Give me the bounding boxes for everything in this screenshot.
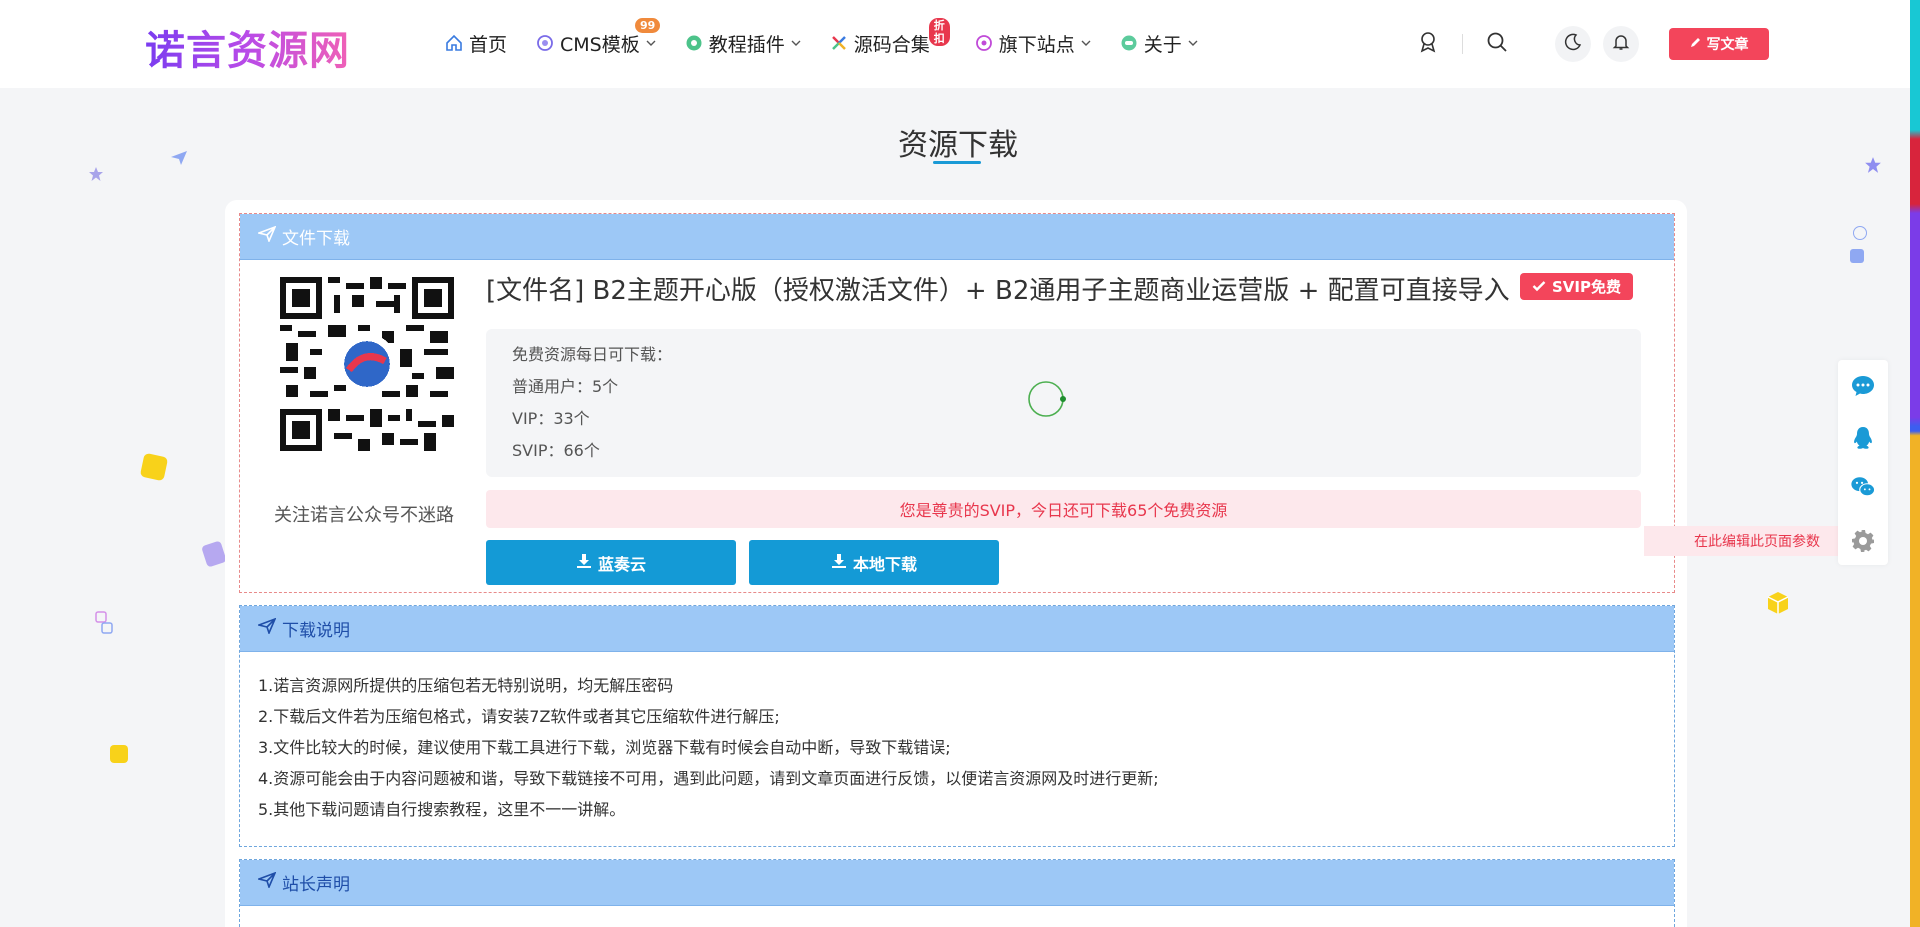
- statement-section: 站长声明: [239, 859, 1675, 927]
- wechat-button[interactable]: [1850, 474, 1876, 500]
- nav-label: 源码合集: [853, 33, 930, 56]
- header-tools: [1410, 24, 1639, 64]
- section-title: 站长声明: [282, 875, 350, 895]
- list-item: 2.下载后文件若为压缩包格式，请安装7Z软件或者其它压缩软件进行解压;: [258, 707, 780, 726]
- download-quota-box: 免费资源每日可下载： 普通用户：5个 VIP：33个 SVIP：66个: [486, 329, 1641, 477]
- nav-item-sites[interactable]: 旗下站点: [974, 30, 1091, 57]
- write-article-button[interactable]: 写文章: [1669, 28, 1769, 60]
- star-icon: [1865, 157, 1881, 173]
- site-header: 诺言资源网 首页 CMS模板 99 教程插件 源码合集 折扣 旗下站点 关于 写…: [0, 0, 1910, 88]
- bell-icon: [1612, 33, 1630, 55]
- yellow-square-shape: [139, 452, 169, 482]
- file-download-section: 文件下载 关注诺言公众号不迷路 [文件名] B2主题开心版（授权激活文件）+ B…: [239, 213, 1675, 593]
- chevron-down-icon: [791, 38, 801, 48]
- chevron-down-icon: [646, 38, 656, 48]
- paper-plane-icon: [256, 225, 282, 247]
- side-float-panel: [1838, 360, 1888, 565]
- svip-tag-label: SVIP免费: [1552, 278, 1621, 296]
- plugin-icon: [684, 33, 704, 53]
- header-divider: [1462, 34, 1463, 54]
- comment-button[interactable]: [1850, 373, 1876, 399]
- moon-icon: [1564, 33, 1582, 55]
- nav-item-home[interactable]: 首页: [444, 30, 507, 57]
- section-title: 文件下载: [282, 229, 350, 249]
- local-download-button[interactable]: 本地下载: [749, 540, 999, 585]
- star-icon: [89, 167, 103, 181]
- wechat-icon: [1851, 477, 1876, 497]
- qr-code: [280, 276, 454, 452]
- blue-square-shape: [1850, 249, 1864, 263]
- nav-label: 旗下站点: [998, 33, 1075, 56]
- pencil-icon: [1690, 36, 1707, 52]
- nav-label: 教程插件: [708, 33, 785, 56]
- notification-button[interactable]: [1603, 26, 1639, 62]
- section-header: 站长声明: [240, 860, 1674, 906]
- button-label: 蓝奏云: [597, 554, 646, 574]
- gear-icon: [1852, 530, 1874, 552]
- purple-square-shape: [201, 540, 227, 568]
- file-title: [文件名] B2主题开心版（授权激活文件）+ B2通用子主题商业运营版 + 配置…: [486, 276, 1510, 306]
- main-nav: 首页 CMS模板 99 教程插件 源码合集 折扣 旗下站点 关于: [444, 17, 1226, 58]
- settings-button[interactable]: [1850, 528, 1876, 554]
- quota-line: 免费资源每日可下载：: [512, 345, 673, 364]
- download-instructions-section: 下载说明 1.诺言资源网所提供的压缩包若无特别说明，均无解压密码 2.下载后文件…: [239, 605, 1675, 847]
- instructions-list: 1.诺言资源网所提供的压缩包若无特别说明，均无解压密码 2.下载后文件若为压缩包…: [240, 652, 1674, 825]
- qq-icon: [1854, 427, 1872, 449]
- quota-line: SVIP：66个: [512, 441, 600, 460]
- svip-notice: 您是尊贵的SVIP，今日还可下载65个免费资源: [486, 490, 1641, 528]
- list-item: 1.诺言资源网所提供的压缩包若无特别说明，均无解压密码: [258, 676, 674, 695]
- template-icon: [535, 33, 555, 53]
- code-icon: [829, 33, 849, 53]
- paper-plane-icon: [256, 617, 282, 639]
- cube-icon: [1767, 592, 1789, 614]
- chevron-down-icon: [1081, 38, 1091, 48]
- paper-plane-icon: [171, 151, 187, 165]
- nav-item-about[interactable]: 关于: [1119, 30, 1198, 57]
- section-header: 下载说明: [240, 606, 1674, 652]
- nav-badge: 折扣: [928, 17, 950, 46]
- nav-item-plugins[interactable]: 教程插件: [684, 30, 801, 57]
- list-item: 5.其他下载问题请自行搜索教程，这里不一一讲解。: [258, 800, 626, 819]
- title-underline: [933, 161, 981, 164]
- section-header: 文件下载: [240, 214, 1674, 260]
- paper-plane-icon: [256, 871, 282, 893]
- qr-caption: 关注诺言公众号不迷路: [274, 505, 454, 526]
- home-icon: [444, 33, 464, 53]
- badge-button[interactable]: [1410, 26, 1446, 62]
- search-icon: [1486, 31, 1508, 57]
- yellow-square-shape: [110, 745, 128, 763]
- nav-item-cms[interactable]: CMS模板 99: [535, 17, 661, 57]
- nav-item-source[interactable]: 源码合集 折扣: [829, 17, 950, 57]
- medal-icon: [1418, 31, 1438, 57]
- nav-label: 首页: [469, 33, 508, 56]
- circle-shape: [1853, 226, 1867, 240]
- edge-color-strip: [1910, 0, 1920, 927]
- section-title: 下载说明: [282, 621, 350, 641]
- search-button[interactable]: [1479, 26, 1515, 62]
- comment-icon: [1852, 376, 1874, 396]
- button-label: 本地下载: [852, 554, 917, 574]
- cube-icon: [95, 611, 113, 634]
- loading-spinner-icon: [1028, 381, 1066, 417]
- site-logo[interactable]: 诺言资源网: [145, 18, 350, 76]
- list-item: 3.文件比较大的时候，建议使用下载工具进行下载，浏览器下载有时候会自动中断，导致…: [258, 738, 951, 757]
- download-icon: [831, 553, 853, 573]
- chevron-down-icon: [1188, 38, 1198, 48]
- page-title: 资源下载: [898, 128, 1018, 163]
- check-icon: [1532, 278, 1552, 296]
- site-icon: [974, 33, 994, 53]
- nav-badge: 99: [635, 17, 661, 33]
- lanzou-download-button[interactable]: 蓝奏云: [486, 540, 736, 585]
- nav-label: CMS模板: [560, 33, 640, 56]
- qq-button[interactable]: [1850, 425, 1876, 451]
- download-icon: [576, 553, 598, 573]
- write-article-label: 写文章: [1706, 37, 1749, 53]
- svip-free-tag: SVIP免费: [1520, 273, 1633, 300]
- list-item: 4.资源可能会由于内容问题被和谐，导致下载链接不可用，遇到此问题，请到文章页面进…: [258, 769, 1159, 788]
- about-icon: [1119, 33, 1139, 53]
- dark-mode-toggle[interactable]: [1555, 26, 1591, 62]
- nav-label: 关于: [1143, 33, 1182, 56]
